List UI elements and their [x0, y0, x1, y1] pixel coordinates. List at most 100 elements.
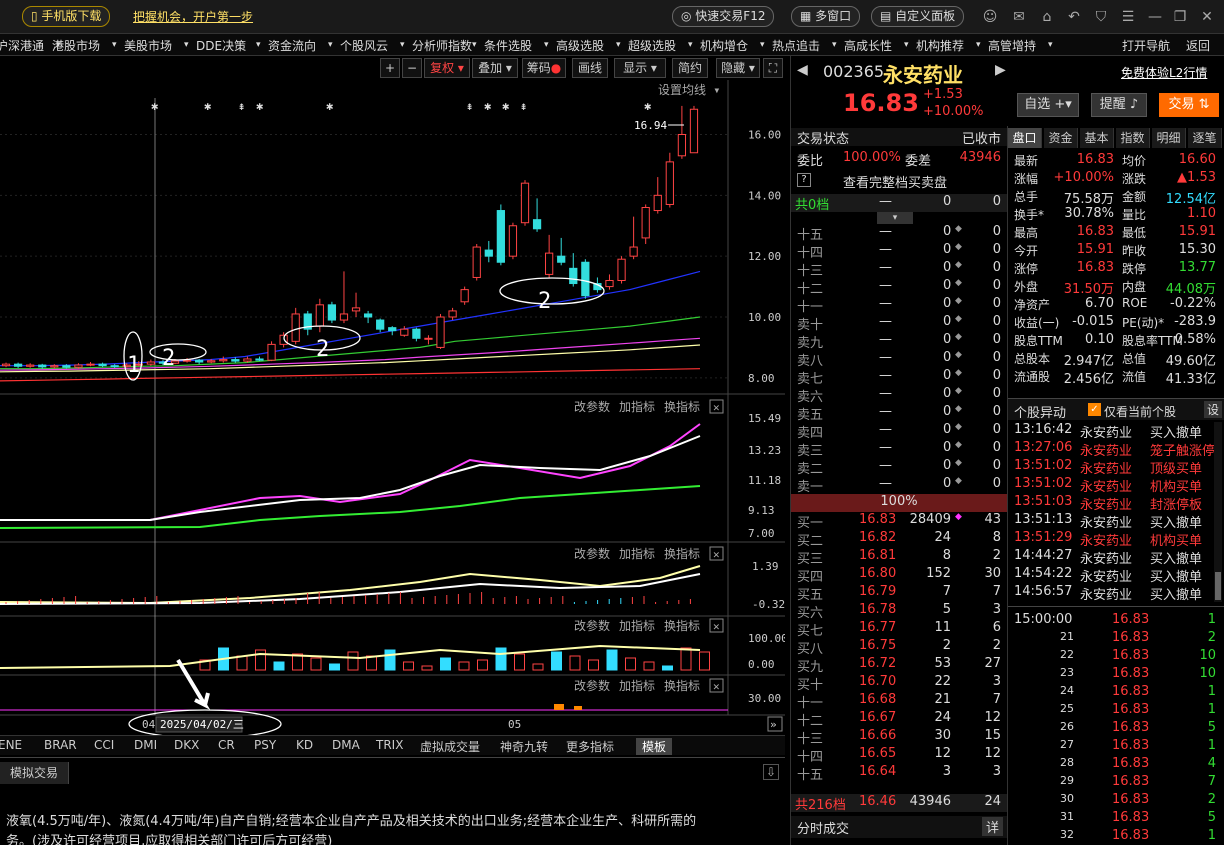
info-tab-3[interactable]: 指数 [1116, 128, 1150, 148]
shirt-icon[interactable]: ⛉ [1092, 8, 1110, 26]
trade-button[interactable]: 交易 ⇅ [1159, 93, 1219, 117]
overlay-button[interactable]: 叠加 ▾ [472, 58, 518, 78]
next-stock-icon[interactable]: ▶ [995, 62, 1006, 78]
indicator-tab-8[interactable]: DMA [332, 738, 360, 752]
yidong-settings-button[interactable]: 设 [1203, 401, 1222, 418]
home-icon[interactable]: ⌂ [1038, 8, 1056, 26]
menu-item-3[interactable]: DDE决策 [196, 37, 246, 54]
menu-item-8[interactable]: 高级选股 [556, 37, 604, 54]
quick-trade-button[interactable]: ◎ 快速交易F12 [672, 6, 775, 27]
zoom-in-button[interactable]: + [380, 58, 400, 78]
yidong-row[interactable]: 13:51:03 永安药业 封涨停板 [1008, 494, 1214, 513]
yidong-row[interactable]: 13:51:13 永安药业 买入撤单 [1008, 512, 1214, 531]
alert-button[interactable]: 提醒 ♪ [1091, 93, 1147, 117]
yidong-row[interactable]: 13:51:02 永安药业 机构买单 [1008, 476, 1214, 495]
menu-item-12[interactable]: 高成长性 [844, 37, 892, 54]
checkbox-checked-icon[interactable]: ✓ [1088, 403, 1101, 416]
free-l2-link[interactable]: 免费体验L2行情 [1121, 64, 1207, 81]
scrollbar-thumb[interactable] [1215, 572, 1221, 600]
indicator-tab-2[interactable]: CCI [94, 738, 114, 752]
menu-icon[interactable]: ☰ [1119, 8, 1137, 26]
fenshi-detail-button[interactable]: 详 [981, 817, 1003, 836]
display-button[interactable]: 显示 ▾ [614, 58, 666, 78]
yidong-row[interactable]: 13:16:42 永安药业 买入撤单 [1008, 422, 1214, 441]
panel-huanzhibiao-button[interactable]: 换指标 [664, 399, 700, 414]
info-tab-4[interactable]: 明细 [1152, 128, 1186, 148]
menu-item-5[interactable]: 个股风云 [340, 37, 388, 54]
collapse-sell-icon[interactable]: ▾ [877, 212, 913, 224]
yidong-row[interactable]: 14:44:27 永安药业 买入撤单 [1008, 548, 1214, 567]
panel-gaicanshu-button[interactable]: 改参数 [574, 618, 610, 633]
menu-item-1[interactable]: 港股市场 [52, 37, 100, 54]
kline-chart[interactable]: 16.0014.0012.0010.008.00设置均线 ▾✱ ✱ ⇞ ✱ ✱ ⇞ ✱ ✱ ⇞ ✱… [0, 80, 788, 739]
panel-jiazhibiao-button[interactable]: 加指标 [619, 546, 655, 561]
restore-icon[interactable]: ❐ [1171, 8, 1189, 26]
panel-huanzhibiao-button[interactable]: 换指标 [664, 546, 700, 561]
multi-window-button[interactable]: ▦ 多窗口 [791, 6, 861, 27]
panel-huanzhibiao-button[interactable]: 换指标 [664, 678, 700, 693]
indicator-tab-10[interactable]: 虚拟成交量 [420, 738, 480, 755]
yidong-row[interactable]: 13:51:29 永安药业 机构买单 [1008, 530, 1214, 549]
promo-link[interactable]: 把握机会，开户第一步 [133, 8, 253, 25]
mobile-download-button[interactable]: ▯ 手机版下载 [22, 6, 111, 27]
panel-gaicanshu-button[interactable]: 改参数 [574, 546, 610, 561]
menu-item-0[interactable]: 沪深港通 [0, 37, 44, 54]
menu-item-15[interactable]: 打开导航 [1122, 37, 1170, 54]
indicator-tab-11[interactable]: 神奇九转 [500, 738, 548, 755]
panel-huanzhibiao-button[interactable]: 换指标 [664, 618, 700, 633]
panel-gaicanshu-button[interactable]: 改参数 [574, 399, 610, 414]
panel-jiazhibiao-button[interactable]: 加指标 [619, 618, 655, 633]
fuquan-button[interactable]: 复权 ▾ [424, 58, 470, 78]
indicator-tab-3[interactable]: DMI [134, 738, 157, 752]
info-tab-5[interactable]: 逐笔 [1188, 128, 1222, 148]
minimize-icon[interactable]: — [1146, 8, 1164, 26]
menu-item-7[interactable]: 条件选股 [484, 37, 532, 54]
mail-icon[interactable]: ✉ [1010, 8, 1028, 26]
panel-jiazhibiao-button[interactable]: 加指标 [619, 399, 655, 414]
chips-button[interactable]: 筹码● [522, 58, 566, 78]
yidong-scrollbar[interactable] [1214, 422, 1222, 602]
menu-item-2[interactable]: 美股市场 [124, 37, 172, 54]
menu-item-10[interactable]: 机构增仓 [700, 37, 748, 54]
panel-jiazhibiao-button[interactable]: 加指标 [619, 678, 655, 693]
menu-item-11[interactable]: 热点追击 [772, 37, 820, 54]
indicator-tab-6[interactable]: PSY [254, 738, 276, 752]
yidong-row[interactable]: 13:27:06 永安药业 笼子触涨停 [1008, 440, 1215, 459]
user-icon[interactable]: ☺ [981, 8, 999, 26]
panel-gaicanshu-button[interactable]: 改参数 [574, 678, 610, 693]
indicator-tab-7[interactable]: KD [296, 738, 313, 752]
set-ma-label[interactable]: 设置均线 ▾ [658, 83, 720, 97]
draw-line-button[interactable]: 画线 [572, 58, 608, 78]
menu-item-4[interactable]: 资金流向 [268, 37, 316, 54]
info-tab-0[interactable]: 盘口 [1008, 128, 1042, 148]
fullscreen-icon[interactable]: ⛶ [763, 58, 783, 78]
indicator-tab-4[interactable]: DKX [174, 738, 199, 752]
yidong-row[interactable]: 14:56:57 永安药业 买入撤单 [1008, 584, 1214, 603]
indicator-tab-12[interactable]: 更多指标 [566, 738, 614, 755]
zixuan-button[interactable]: 自选 +▾ [1017, 93, 1079, 117]
close-icon[interactable]: ✕ [1198, 8, 1216, 26]
collapse-panel-icon[interactable]: ⇩ [763, 764, 779, 780]
simple-button[interactable]: 简约 [672, 58, 708, 78]
custom-panel-button[interactable]: ▤ 自定义面板 [871, 6, 965, 27]
indicator-tab-13[interactable]: 模板 [636, 738, 673, 755]
view-full-orderbook-button[interactable]: ? 查看完整档买卖盘 [791, 172, 1007, 191]
tab-simulated-trading[interactable]: 模拟交易 [0, 762, 70, 784]
menu-item-13[interactable]: 机构推荐 [916, 37, 964, 54]
info-tab-1[interactable]: 资金 [1044, 128, 1078, 148]
back-icon[interactable]: ↶ [1065, 8, 1083, 26]
yidong-row[interactable]: 14:54:22 永安药业 买入撤单 [1008, 566, 1214, 585]
info-tab-2[interactable]: 基本 [1080, 128, 1114, 148]
menu-item-6[interactable]: 分析师指数 [412, 37, 472, 54]
indicator-tab-9[interactable]: TRIX [376, 738, 403, 752]
zoom-out-button[interactable]: − [402, 58, 422, 78]
menu-item-9[interactable]: 超级选股 [628, 37, 676, 54]
indicator-tab-0[interactable]: ENE [0, 738, 22, 752]
yidong-row[interactable]: 13:51:02 永安药业 顶级买单 [1008, 458, 1214, 477]
prev-stock-icon[interactable]: ◀ [797, 62, 808, 78]
menu-item-14[interactable]: 高管增持 [988, 37, 1036, 54]
indicator-tab-5[interactable]: CR [218, 738, 235, 752]
indicator-tab-1[interactable]: BRAR [44, 738, 77, 752]
hide-button[interactable]: 隐藏 ▾ [716, 58, 760, 78]
menu-item-16[interactable]: 返回 [1186, 37, 1210, 54]
